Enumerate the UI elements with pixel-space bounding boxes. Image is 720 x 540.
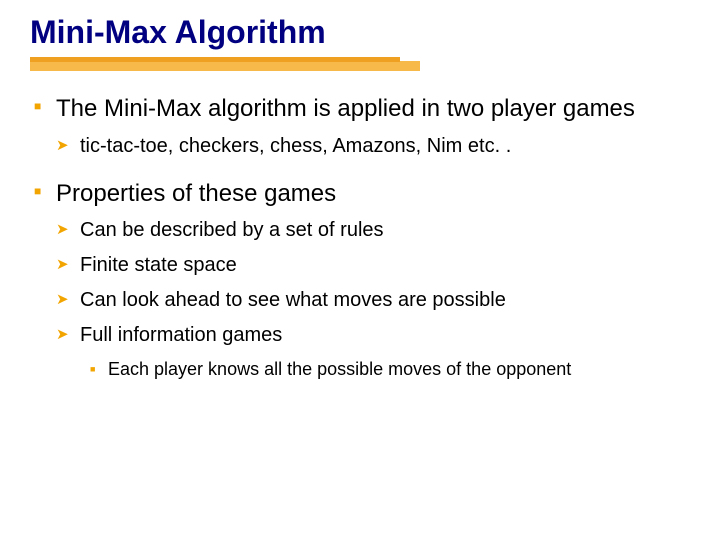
bullet-l2: Finite state space (56, 254, 690, 277)
bullet-l1: The Mini-Max algorithm is applied in two… (30, 95, 690, 123)
bullet-l2: Can be described by a set of rules (56, 219, 690, 242)
bullet-l2: tic-tac-toe, checkers, chess, Amazons, N… (56, 135, 690, 158)
title-underline (30, 57, 690, 71)
bullet-list: The Mini-Max algorithm is applied in two… (30, 95, 690, 380)
bullet-l1: Properties of these games (30, 180, 690, 208)
slide-title: Mini-Max Algorithm (30, 14, 690, 51)
slide: Mini-Max Algorithm The Mini-Max algorith… (0, 0, 720, 540)
bullet-l2: Full information games (56, 324, 690, 347)
bullet-l2: Can look ahead to see what moves are pos… (56, 289, 690, 312)
bullet-l3: Each player knows all the possible moves… (88, 359, 690, 380)
